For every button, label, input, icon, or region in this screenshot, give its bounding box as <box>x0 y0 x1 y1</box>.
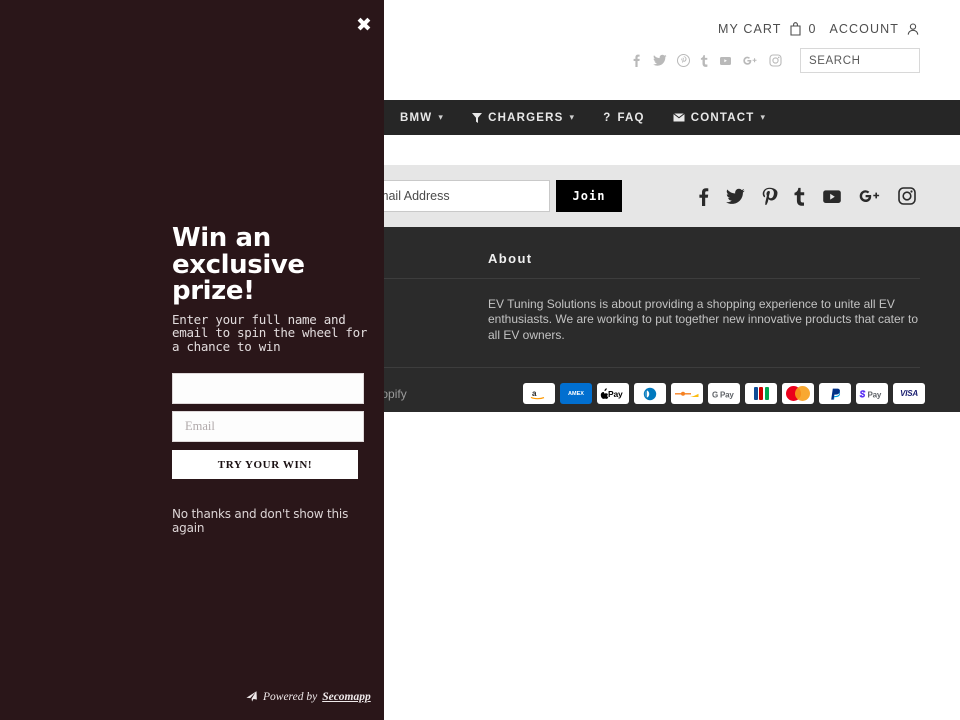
nav-label: CHARGERS <box>488 111 564 124</box>
nav-label: FAQ <box>617 111 645 124</box>
payment-methods: a AMEX Pay G Pay Pay VISA <box>523 383 925 404</box>
account-label: ACCOUNT <box>829 22 899 36</box>
twitter-icon[interactable] <box>653 54 667 67</box>
cart-link[interactable]: MY CART 0 <box>718 22 815 36</box>
footer-divider <box>300 367 920 368</box>
credit-prefix: Powered by <box>263 691 318 703</box>
instagram-icon[interactable] <box>898 187 916 205</box>
chevron-down-icon: ▾ <box>438 112 445 122</box>
chevron-down-icon: ▾ <box>760 112 767 122</box>
decline-link[interactable]: No thanks and don't show this again <box>172 507 378 535</box>
svg-text:Pay: Pay <box>720 390 734 399</box>
search-input[interactable]: SEARCH <box>800 48 920 73</box>
paypal-icon <box>819 383 851 404</box>
instagram-icon[interactable] <box>769 54 782 67</box>
nav-label: BMW <box>400 111 433 124</box>
submit-label: TRY YOUR WIN! <box>217 458 313 471</box>
youtube-icon[interactable] <box>719 55 732 66</box>
about-text: EV Tuning Solutions is about providing a… <box>488 297 919 342</box>
account-link[interactable]: ACCOUNT <box>829 22 920 36</box>
filter-icon <box>472 112 483 123</box>
full-name-input[interactable] <box>172 373 364 405</box>
facebook-icon[interactable] <box>630 54 643 67</box>
modal-title: Win an exclusive prize! <box>172 223 305 307</box>
search-placeholder: SEARCH <box>809 54 861 67</box>
footer-column-about: About EV Tuning Solutions is about provi… <box>488 227 960 343</box>
try-your-win-button[interactable]: TRY YOUR WIN! <box>172 450 358 480</box>
cart-count: 0 <box>808 22 816 36</box>
modal-content: Win an exclusive prize! Enter your full … <box>172 225 378 535</box>
twitter-icon[interactable] <box>726 188 745 205</box>
pinterest-icon[interactable] <box>677 54 690 67</box>
amazon-pay-icon: a <box>523 383 555 404</box>
svg-text:a: a <box>532 389 537 398</box>
nav-item-contact[interactable]: CONTACT ▾ <box>659 112 780 124</box>
svg-text:G: G <box>712 390 718 399</box>
jcb-icon <box>745 383 777 404</box>
spin-to-win-modal: ✖ Win an exclusive prize! Enter your ful… <box>0 0 384 720</box>
pinterest-icon[interactable] <box>761 187 778 205</box>
chevron-down-icon: ▾ <box>569 112 576 122</box>
discover-icon <box>671 383 703 404</box>
google-pay-icon: G Pay <box>708 383 740 404</box>
nav-item-bmw[interactable]: BMW ▾ <box>386 112 458 124</box>
svg-text:Pay: Pay <box>608 389 623 399</box>
nav-item-chargers[interactable]: CHARGERS ▾ <box>458 112 589 124</box>
header-utility-row: MY CART 0 ACCOUNT <box>718 22 920 36</box>
user-icon <box>906 22 920 36</box>
credit-brand[interactable]: Secomapp <box>322 691 371 703</box>
newsletter-social-links <box>698 187 916 206</box>
apple-pay-icon: Pay <box>597 383 629 404</box>
question-mark-icon: ? <box>603 111 612 124</box>
diners-club-icon <box>634 383 666 404</box>
newsletter-join-button[interactable]: Join <box>556 180 622 212</box>
shopping-bag-icon <box>789 22 802 36</box>
join-label: Join <box>572 189 606 203</box>
svg-text:Pay: Pay <box>868 390 882 399</box>
email-placeholder: Email <box>185 419 215 434</box>
cart-label: MY CART <box>718 22 782 36</box>
shop-pay-icon: Pay <box>856 383 888 404</box>
mastercard-icon <box>782 383 814 404</box>
tumblr-icon[interactable] <box>700 54 709 67</box>
facebook-icon[interactable] <box>698 187 710 206</box>
google-plus-icon[interactable] <box>742 55 759 67</box>
google-plus-icon[interactable] <box>858 188 882 205</box>
header-social-links <box>630 54 782 67</box>
nav-label: CONTACT <box>690 111 755 124</box>
email-input[interactable]: Email <box>172 411 364 443</box>
visa-icon: VISA <box>893 383 925 404</box>
youtube-icon[interactable] <box>822 188 842 205</box>
header-search-row: SEARCH <box>630 48 920 73</box>
close-icon[interactable]: ✖ <box>353 14 375 36</box>
envelope-icon <box>672 113 685 122</box>
secomapp-credit: Powered by Secomapp <box>246 691 371 703</box>
tumblr-icon[interactable] <box>794 187 806 206</box>
paper-plane-icon <box>245 691 259 703</box>
modal-subtitle: Enter your full name and email to spin t… <box>172 311 368 354</box>
amex-icon: AMEX <box>560 383 592 404</box>
about-heading: About <box>488 251 920 279</box>
nav-item-faq[interactable]: ? FAQ <box>589 112 658 124</box>
